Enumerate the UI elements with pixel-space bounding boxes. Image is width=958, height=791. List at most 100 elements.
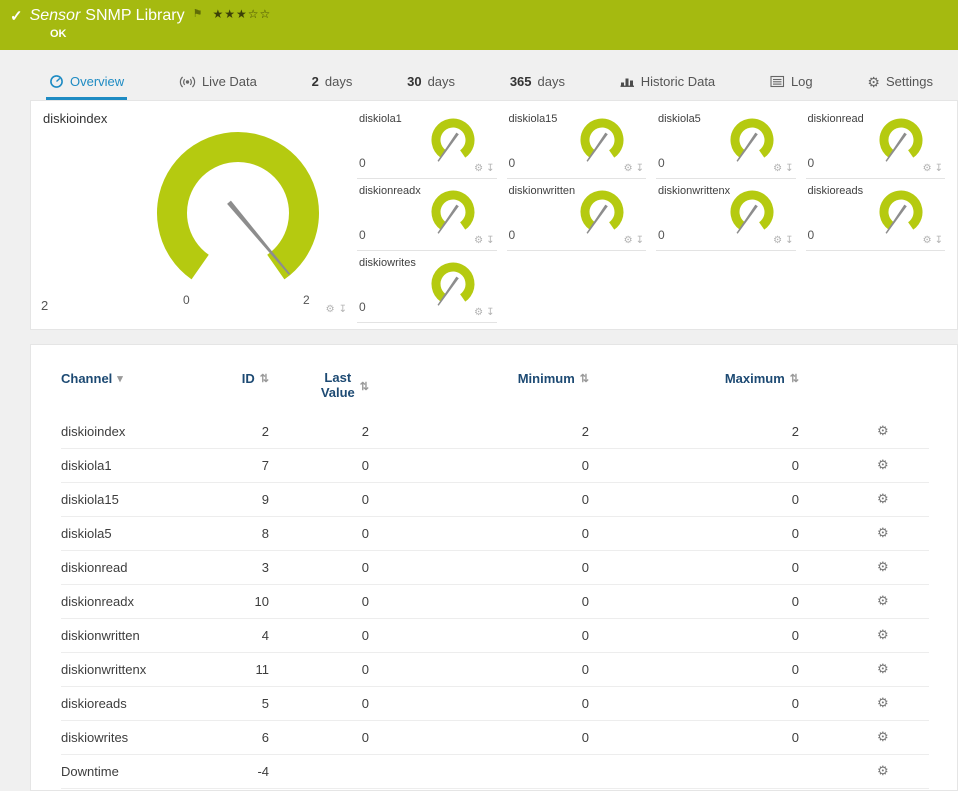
channel-id: -4 [231,754,299,789]
sensor-title-row: ✓ Sensor SNMP Library ⚑ ★★★☆☆ [10,7,946,25]
gauge-tile-actions: ⚙ ↧ [773,164,793,174]
tab-30-days[interactable]: 30 days [404,68,458,100]
channel-edit-gear-icon[interactable]: ⚙ [877,627,889,642]
channel-name: diskionwritten [61,618,231,653]
tab-overview[interactable]: Overview [46,68,128,100]
tab-number: 365 [509,74,532,89]
channel-row: diskiowrites 6 0 0 0 ⚙ [61,720,929,755]
column-header-maximum[interactable]: Maximum ⇅ [619,371,829,386]
channel-edit-gear-icon[interactable]: ⚙ [877,423,889,438]
main-gauge-dial [157,132,319,294]
channel-name: diskioreads [61,686,231,721]
tab-365-days[interactable]: 365 days [507,68,568,100]
gear-icon[interactable]: ⚙ [923,164,932,174]
channel-gauge-dial [431,190,474,234]
channel-edit-gear-icon[interactable]: ⚙ [877,695,889,710]
status-check-icon: ✓ [10,8,23,25]
main-gauge-label: diskioindex [43,111,108,126]
channel-edit-gear-icon[interactable]: ⚙ [877,729,889,744]
sensor-header: ✓ Sensor SNMP Library ⚑ ★★★☆☆ OK [0,0,958,50]
tab-label: Settings [885,74,933,89]
main-gauge: diskioindex 2 0 2 ⚙ ↧ [31,101,353,329]
channel-gauge-value: 0 [359,300,366,314]
pin-icon[interactable]: ↧ [935,164,943,174]
channel-id: 8 [231,516,299,551]
pin-icon[interactable]: ↧ [636,164,644,174]
channel-minimum: 0 [399,584,619,619]
column-header-last-value[interactable]: Last Value ⇅ [299,370,399,401]
channel-last-value: 0 [299,686,399,721]
gauges-panel: diskioindex 2 0 2 ⚙ ↧ diskiola1 0 ⚙ ↧ di… [30,100,958,330]
gauge-tile-actions: ⚙ ↧ [923,236,943,246]
sort-icon: ⇅ [579,373,589,385]
tab-label: days [537,74,565,89]
channels-table: Channel ▾ ID ⇅ Last Value ⇅ Minimum ⇅ Ma… [61,370,929,789]
flag-icon[interactable]: ⚑ [193,7,203,20]
tab-historic-data[interactable]: Historic Data [617,68,718,100]
tab-2-days[interactable]: 2 days [309,68,356,100]
channel-row: diskiola1 7 0 0 0 ⚙ [61,448,929,483]
channel-gauge-label: diskionwrittenx [658,185,731,197]
gauge-tile-actions: ⚙ ↧ [474,164,494,174]
column-label: Channel [61,371,113,386]
channel-edit-gear-icon[interactable]: ⚙ [877,559,889,574]
channel-gauge-value: 0 [807,228,815,242]
column-header-id[interactable]: ID ⇅ [231,371,299,386]
priority-stars[interactable]: ★★★☆☆ [212,7,271,21]
gear-icon[interactable]: ⚙ [923,236,932,246]
gear-icon[interactable]: ⚙ [474,164,483,174]
pin-icon[interactable]: ↧ [486,236,494,246]
channel-name: diskiola5 [61,516,231,551]
tab-label: Log [790,74,813,89]
channel-minimum [399,754,619,789]
overview-icon [50,75,63,88]
gear-icon[interactable]: ⚙ [624,164,633,174]
channel-edit-gear-icon[interactable]: ⚙ [877,491,889,506]
pin-icon[interactable]: ↧ [935,236,943,246]
pin-icon[interactable]: ↧ [486,164,494,174]
channel-name: diskioindex [61,414,231,449]
channel-maximum: 0 [619,652,829,687]
column-label: ID [241,371,255,386]
pin-icon[interactable]: ↧ [486,308,494,318]
sort-icon: ⇅ [359,380,369,393]
pin-icon[interactable]: ↧ [785,164,793,174]
gear-icon[interactable]: ⚙ [326,305,335,315]
column-label: Last Value [320,370,355,400]
channel-gauge-label: diskionwritten [508,185,576,197]
channel-maximum: 0 [619,720,829,755]
channel-gauge-dial [879,190,923,234]
channel-edit-gear-icon[interactable]: ⚙ [877,525,889,540]
gear-icon[interactable]: ⚙ [773,236,782,246]
channel-edit-gear-icon[interactable]: ⚙ [877,457,889,472]
pin-icon[interactable]: ↧ [339,305,347,315]
channel-minimum: 0 [399,720,619,755]
gauge-tile: diskionwrittenx 0 ⚙ ↧ [656,179,796,251]
tab-settings[interactable]: ⚙ Settings [864,68,936,100]
column-header-minimum[interactable]: Minimum ⇅ [399,371,619,386]
channel-edit-gear-icon[interactable]: ⚙ [877,593,889,608]
channel-edit-gear-icon[interactable]: ⚙ [877,763,889,778]
tab-log[interactable]: Log [767,68,816,100]
channel-gauge-value: 0 [508,228,516,242]
channel-gauge-label: diskiola1 [359,113,402,125]
gear-icon[interactable]: ⚙ [474,308,483,318]
tab-live-data[interactable]: Live Data [176,68,260,100]
gauge-tile: diskionreadx 0 ⚙ ↧ [357,179,497,251]
column-header-channel[interactable]: Channel ▾ [61,371,231,386]
channel-maximum [619,754,829,789]
channel-minimum: 0 [399,550,619,585]
gear-icon[interactable]: ⚙ [474,236,483,246]
gear-icon[interactable]: ⚙ [624,236,633,246]
pin-icon[interactable]: ↧ [636,236,644,246]
channel-edit-gear-icon[interactable]: ⚙ [877,661,889,676]
gauge-tile: diskionread 0 ⚙ ↧ [805,107,945,179]
channel-maximum: 0 [619,482,829,517]
gauge-tile: diskiola1 0 ⚙ ↧ [357,107,497,179]
channel-maximum: 0 [619,584,829,619]
channel-row: diskionreadx 10 0 0 0 ⚙ [61,584,929,619]
channel-maximum: 0 [619,516,829,551]
pin-icon[interactable]: ↧ [785,236,793,246]
channel-id: 6 [231,720,299,755]
gear-icon[interactable]: ⚙ [773,164,782,174]
